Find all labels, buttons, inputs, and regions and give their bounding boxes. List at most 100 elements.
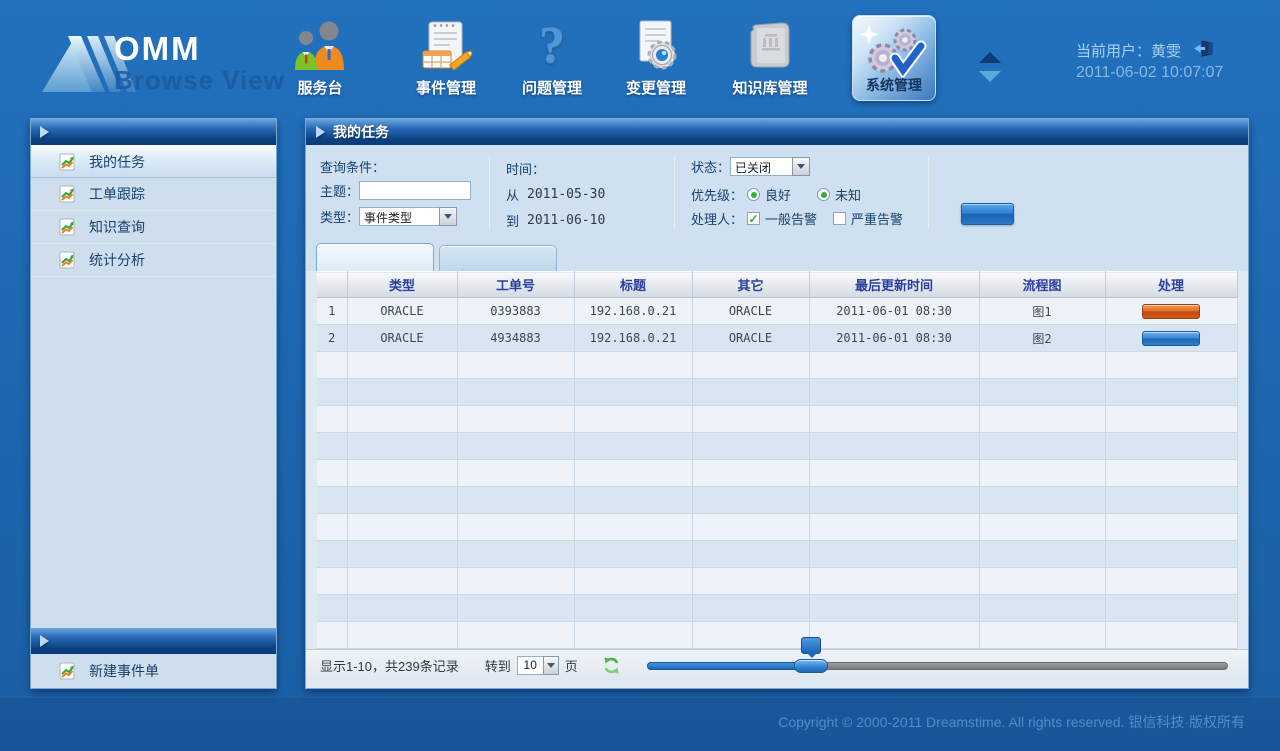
empty-cell: [692, 487, 809, 514]
type-label: 类型：: [320, 207, 359, 226]
nav-service-desk[interactable]: 服务台: [260, 16, 380, 98]
sidebar-item-label: 新建事件单: [89, 661, 159, 681]
action-cell: [1105, 298, 1237, 325]
column-header[interactable]: 类型: [347, 272, 457, 298]
priority-option-unknown[interactable]: 未知: [817, 185, 861, 204]
refresh-icon[interactable]: [602, 656, 621, 675]
dropdown-button[interactable]: [792, 157, 810, 176]
option-label: 良好: [765, 185, 791, 204]
empty-cell: [574, 433, 692, 460]
empty-cell: [457, 622, 574, 649]
empty-cell: [979, 352, 1105, 379]
table-row[interactable]: 1ORACLE0393883192.168.0.21ORACLE2011-06-…: [317, 298, 1237, 325]
search-button[interactable]: [961, 203, 1014, 225]
priority-label: 优先级：: [691, 185, 743, 204]
empty-cell: [1105, 514, 1237, 541]
nav-knowledge-base[interactable]: 知识库管理: [700, 16, 840, 98]
empty-cell: [979, 433, 1105, 460]
updated-time-cell: 2011-06-01 08:30: [809, 325, 979, 352]
column-header[interactable]: [317, 272, 347, 298]
sidebar-item-my-tasks[interactable]: 我的任务: [31, 145, 276, 178]
empty-cell: [457, 541, 574, 568]
radio-icon[interactable]: [747, 188, 760, 201]
chevron-down-icon: [444, 214, 452, 219]
empty-cell: [979, 406, 1105, 433]
sidebar-footer-header[interactable]: [31, 628, 276, 654]
dropdown-button[interactable]: [543, 656, 559, 675]
tab-results-2[interactable]: [439, 245, 557, 271]
checkbox-icon[interactable]: [833, 212, 846, 225]
empty-cell: [347, 379, 457, 406]
empty-cell: [1105, 568, 1237, 595]
scroll-up-icon[interactable]: [979, 52, 1001, 63]
goto-label: 转到: [485, 656, 511, 675]
empty-cell: [574, 460, 692, 487]
nav-incident-management[interactable]: 事件管理: [386, 16, 506, 98]
column-header[interactable]: 流程图: [979, 272, 1105, 298]
priority-option-good[interactable]: 良好: [747, 185, 791, 204]
sidebar-item-knowledge-query[interactable]: 知识查询: [31, 211, 276, 244]
empty-cell: [574, 514, 692, 541]
empty-cell: [574, 379, 692, 406]
scroll-down-icon[interactable]: [979, 71, 1001, 82]
time-from-value[interactable]: 2011-05-30: [527, 187, 605, 202]
handler-label: 处理人：: [691, 209, 743, 228]
empty-cell: [979, 568, 1105, 595]
empty-cell: [979, 622, 1105, 649]
handler-option-general-alarm[interactable]: 一般告警: [747, 209, 817, 228]
flowchart-cell[interactable]: 图1: [979, 298, 1105, 325]
time-to-value[interactable]: 2011-06-10: [527, 213, 605, 228]
empty-cell: [979, 460, 1105, 487]
column-header[interactable]: 标题: [574, 272, 692, 298]
empty-cell: [1105, 595, 1237, 622]
chevron-down-icon: [797, 164, 805, 169]
dropdown-button[interactable]: [439, 207, 457, 226]
subject-input[interactable]: [359, 181, 471, 200]
empty-cell: [809, 622, 979, 649]
nav-problem-management[interactable]: ? 问题管理: [492, 16, 612, 98]
panel-title: 我的任务: [333, 122, 389, 142]
handler-option-severe-alarm[interactable]: 严重告警: [833, 209, 903, 228]
empty-cell: [317, 622, 347, 649]
sidebar: 我的任务 工单跟踪 知识查询 统计分析 新建事件单: [30, 118, 277, 689]
column-header[interactable]: 工单号: [457, 272, 574, 298]
sidebar-item-new-incident[interactable]: 新建事件单: [31, 654, 276, 688]
updated-time-cell: 2011-06-01 08:30: [809, 298, 979, 325]
empty-cell: [457, 379, 574, 406]
process-button[interactable]: [1142, 331, 1200, 346]
table-row[interactable]: 2ORACLE4934883192.168.0.21ORACLE2011-06-…: [317, 325, 1237, 352]
empty-cell: [347, 352, 457, 379]
sidebar-item-label: 工单跟踪: [89, 184, 145, 204]
nav-change-management[interactable]: 变更管理: [596, 16, 716, 98]
nav-system-management[interactable]: 系统管理: [852, 15, 936, 101]
empty-cell: [1105, 487, 1237, 514]
title-cell: 192.168.0.21: [574, 325, 692, 352]
status-select[interactable]: 已关闭: [730, 157, 810, 176]
column-header[interactable]: 处理: [1105, 272, 1237, 298]
collapse-arrow-icon: [40, 126, 49, 138]
nav-scroll-spinner: [976, 52, 1004, 82]
page-select[interactable]: 10: [517, 656, 559, 675]
empty-cell: [809, 514, 979, 541]
slider-marker[interactable]: [801, 637, 821, 654]
column-header[interactable]: 最后更新时间: [809, 272, 979, 298]
nav-label: 变更管理: [596, 77, 716, 98]
sidebar-item-label: 统计分析: [89, 250, 145, 270]
checkbox-icon[interactable]: [747, 212, 760, 225]
empty-cell: [317, 541, 347, 568]
sidebar-header[interactable]: [31, 119, 276, 145]
sidebar-item-statistics[interactable]: 统计分析: [31, 244, 276, 277]
empty-cell: [809, 460, 979, 487]
tab-results-1[interactable]: [316, 243, 434, 271]
process-button[interactable]: [1142, 304, 1200, 319]
empty-cell: [457, 514, 574, 541]
flowchart-cell[interactable]: 图2: [979, 325, 1105, 352]
column-header[interactable]: 其它: [692, 272, 809, 298]
slider-handle[interactable]: [794, 659, 828, 673]
type-select[interactable]: 事件类型: [359, 207, 457, 226]
empty-cell: [1105, 352, 1237, 379]
sidebar-item-order-tracking[interactable]: 工单跟踪: [31, 178, 276, 211]
logout-icon[interactable]: [1193, 40, 1213, 61]
radio-icon[interactable]: [817, 188, 830, 201]
empty-table-row: [317, 568, 1237, 595]
